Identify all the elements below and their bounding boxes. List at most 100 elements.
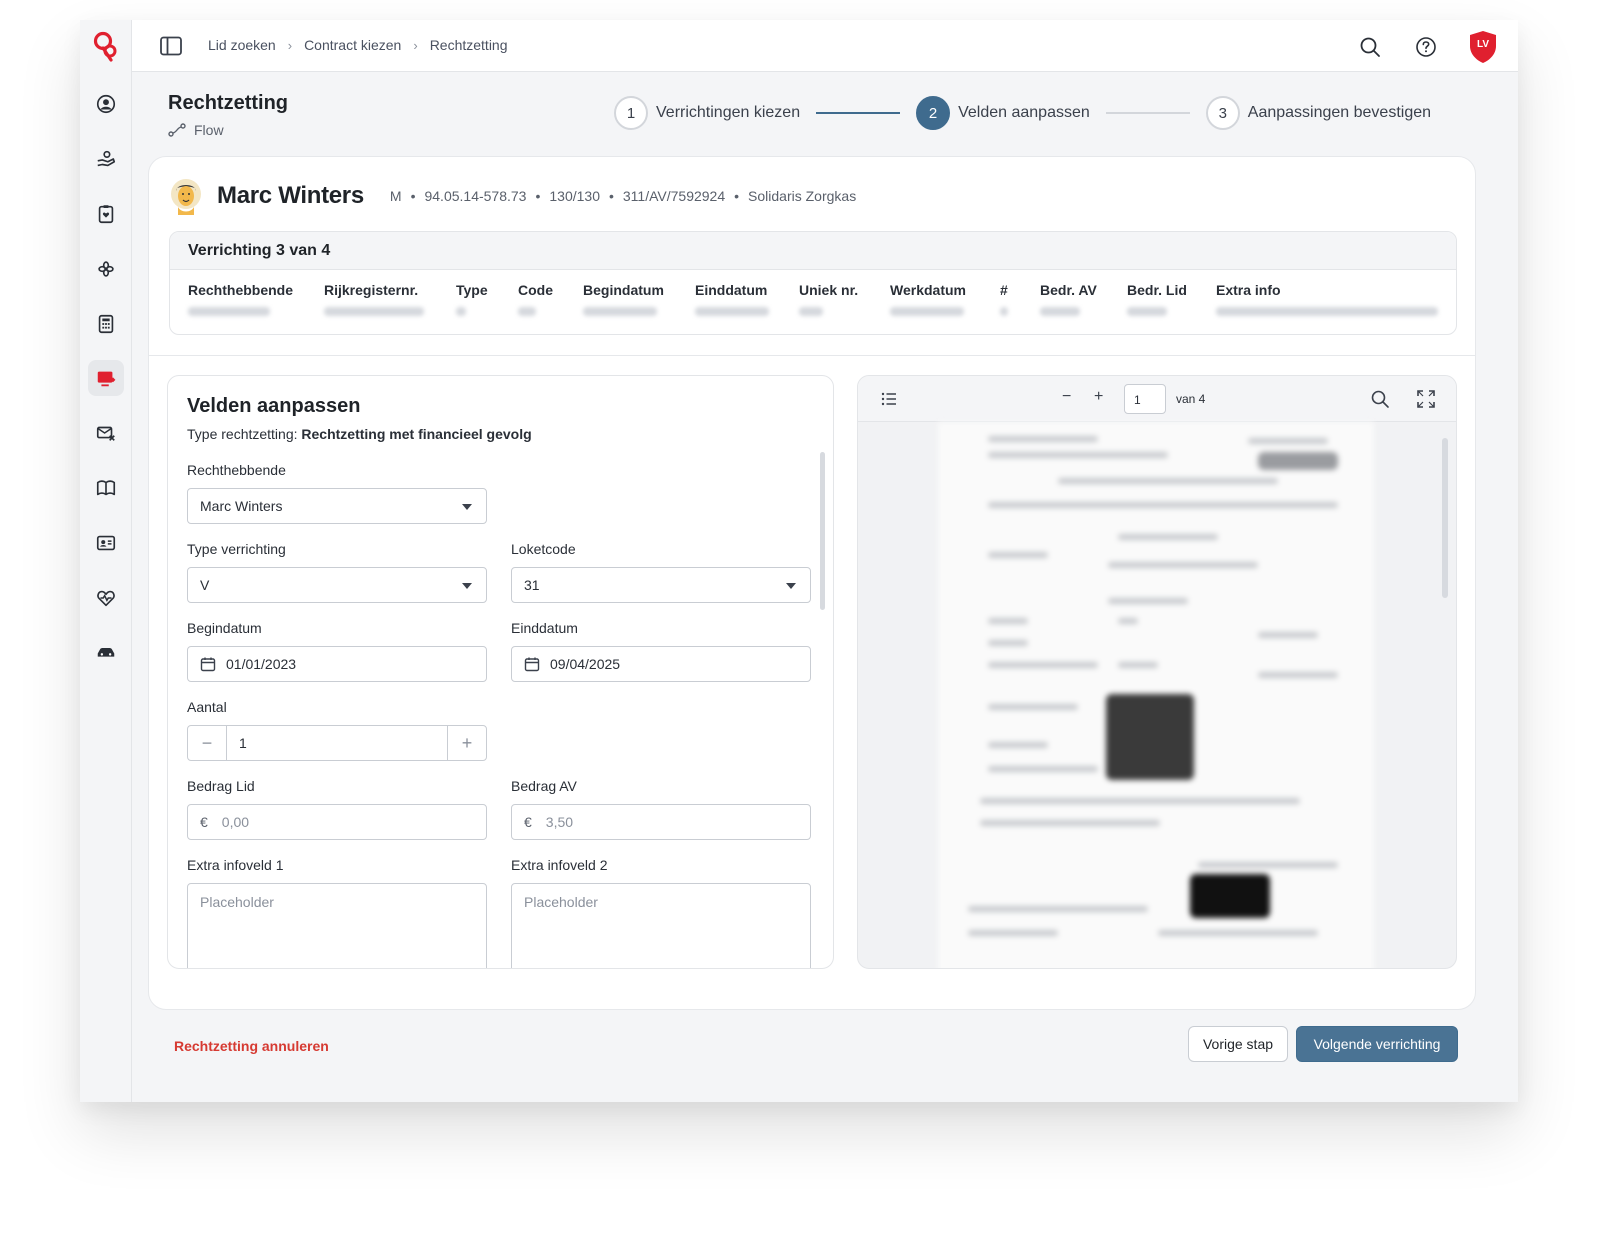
verrichting-col: Uniek nr.	[799, 282, 858, 316]
caret-down-icon	[462, 504, 472, 510]
sidebar-toggle-icon[interactable]	[160, 36, 182, 56]
calendar-icon[interactable]	[200, 656, 216, 672]
viewer-toolbar: − + 1 van 4	[858, 376, 1456, 422]
separator-dot: •	[535, 188, 541, 204]
rechthebbende-select[interactable]: Marc Winters	[187, 488, 487, 524]
redacted-value	[1216, 307, 1438, 316]
user-circle-icon[interactable]	[88, 86, 124, 122]
member-header: Marc Winters M • 94.05.14-578.73 • 130/1…	[169, 177, 856, 215]
verrichting-col: Begindatum	[583, 282, 664, 316]
member-meta: M • 94.05.14-578.73 • 130/130 • 311/AV/7…	[390, 188, 856, 204]
id-card-icon[interactable]	[88, 525, 124, 561]
field-label: Einddatum	[511, 620, 578, 636]
breadcrumb-lid-zoeken[interactable]: Lid zoeken	[208, 37, 276, 53]
main-card: Marc Winters M • 94.05.14-578.73 • 130/1…	[148, 156, 1476, 1010]
step-2[interactable]: 2 Velden aanpassen	[916, 96, 1090, 130]
chevron-right-icon: ›	[413, 37, 418, 53]
bedrag-av-input[interactable]: € 3,50	[511, 804, 811, 840]
zoom-in-button[interactable]: +	[1094, 388, 1103, 406]
redacted-value	[518, 307, 536, 316]
member-national-id: 94.05.14-578.73	[424, 188, 527, 204]
step-connector	[816, 112, 901, 114]
col-header: Bedr. Lid	[1127, 282, 1187, 298]
col-header: Code	[518, 282, 553, 298]
car-icon[interactable]	[88, 635, 124, 671]
top-bar: Lid zoeken › Contract kiezen › Rechtzett…	[132, 20, 1518, 72]
member-reference: 311/AV/7592924	[622, 188, 726, 204]
viewer-scrollbar[interactable]	[1442, 438, 1448, 598]
document-page-preview	[938, 422, 1374, 968]
form-scrollbar[interactable]	[820, 452, 825, 610]
verrichting-col: #	[1000, 282, 1008, 316]
search-icon[interactable]	[1370, 389, 1390, 409]
list-icon[interactable]	[880, 390, 898, 408]
breadcrumb-contract-kiezen[interactable]: Contract kiezen	[304, 37, 401, 53]
extra-infoveld-2-textarea[interactable]: Placeholder	[511, 883, 811, 968]
calculator-icon[interactable]	[88, 306, 124, 342]
redacted-value	[890, 307, 964, 316]
step-1[interactable]: 1 Verrichtingen kiezen	[614, 96, 800, 130]
col-header: Rijkregisternr.	[324, 282, 419, 298]
separator-dot: •	[410, 188, 416, 204]
verrichting-col: Rijkregisternr.	[324, 282, 424, 316]
hand-coin-icon[interactable]	[88, 141, 124, 177]
fullscreen-icon[interactable]	[1416, 389, 1436, 409]
cancel-link[interactable]: Rechtzetting annuleren	[174, 1038, 329, 1054]
decrement-button[interactable]: −	[188, 726, 226, 760]
field-label: Aantal	[187, 699, 227, 715]
select-value: V	[200, 577, 210, 593]
step-3[interactable]: 3 Aanpassingen bevestigen	[1205, 96, 1431, 130]
page-count: van 4	[1176, 392, 1206, 406]
asterisk-icon[interactable]	[88, 251, 124, 287]
member-fund: Solidaris Zorgkas	[748, 188, 857, 204]
field-label: Bedrag AV	[511, 778, 577, 794]
breadcrumb: Lid zoeken › Contract kiezen › Rechtzett…	[208, 37, 508, 53]
step-number: 2	[916, 96, 951, 130]
field-einddatum: Einddatum 09/04/2025	[511, 620, 811, 682]
form-title: Velden aanpassen	[187, 395, 361, 417]
verrichting-columns: Rechthebbende Rijkregisternr. Type Code …	[170, 282, 1456, 332]
logo-icon[interactable]	[92, 30, 120, 64]
einddatum-input[interactable]: 09/04/2025	[511, 646, 811, 682]
calendar-icon[interactable]	[524, 656, 540, 672]
field-label: Bedrag Lid	[187, 778, 255, 794]
step-label: Velden aanpassen	[958, 104, 1090, 121]
page-subtitle: Flow	[168, 122, 224, 138]
step-connector	[1105, 112, 1190, 114]
col-header: Extra info	[1216, 282, 1281, 298]
increment-button[interactable]: +	[448, 726, 486, 760]
user-avatar[interactable]: LV	[1468, 30, 1498, 64]
type-verrichting-select[interactable]: V	[187, 567, 487, 603]
search-icon[interactable]	[1356, 33, 1384, 61]
extra-infoveld-1-textarea[interactable]: Placeholder	[187, 883, 487, 968]
field-extra-infoveld-1: Extra infoveld 1 Placeholder	[187, 857, 487, 968]
form-type-label: Type rechtzetting:	[187, 426, 298, 442]
page-number-input[interactable]: 1	[1124, 384, 1166, 414]
begindatum-input[interactable]: 01/01/2023	[187, 646, 487, 682]
flow-icon	[168, 123, 186, 137]
verrichting-title: Verrichting 3 van 4	[170, 232, 1456, 270]
next-operation-button[interactable]: Volgende verrichting	[1296, 1026, 1458, 1062]
member-gender: M	[389, 188, 402, 204]
step-number: 1	[614, 96, 648, 130]
mail-x-icon[interactable]	[88, 415, 124, 451]
document-viewer: − + 1 van 4	[857, 375, 1457, 969]
loketcode-select[interactable]: 31	[511, 567, 811, 603]
clipboard-heart-icon[interactable]	[88, 196, 124, 232]
bedrag-lid-input[interactable]: € 0,00	[187, 804, 487, 840]
verrichting-summary: Verrichting 3 van 4 Rechthebbende Rijkre…	[169, 231, 1457, 335]
heart-pulse-icon[interactable]	[88, 580, 124, 616]
redacted-value	[799, 307, 823, 316]
col-header: Einddatum	[695, 282, 768, 298]
zoom-out-button[interactable]: −	[1062, 388, 1071, 406]
col-header: Bedr. AV	[1040, 282, 1097, 298]
inbox-arrow-icon[interactable]	[88, 360, 124, 396]
book-icon[interactable]	[88, 470, 124, 506]
step-label: Verrichtingen kiezen	[656, 104, 801, 121]
step-number: 3	[1205, 96, 1240, 130]
aantal-input[interactable]: 1	[226, 726, 448, 760]
previous-step-button[interactable]: Vorige stap	[1188, 1026, 1288, 1062]
field-loketcode: Loketcode 31	[511, 541, 811, 603]
help-icon[interactable]	[1412, 33, 1440, 61]
verrichting-col: Extra info	[1216, 282, 1438, 316]
